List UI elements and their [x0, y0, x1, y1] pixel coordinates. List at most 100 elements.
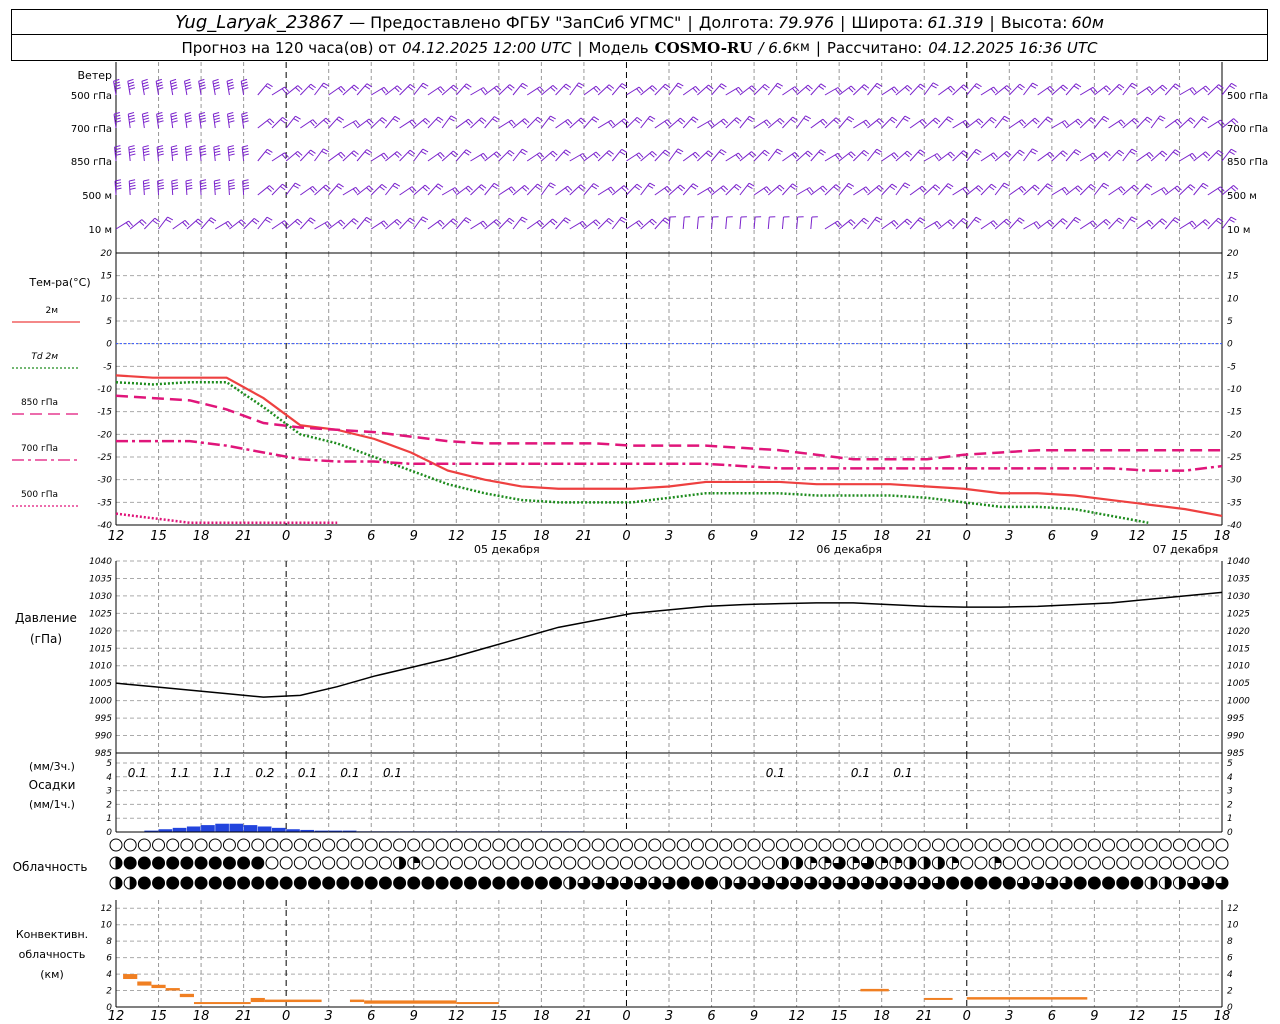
wind-barb-feather [733, 186, 740, 191]
wind-barb-feather [621, 187, 627, 192]
wind-barb-feather [1116, 151, 1123, 157]
precip-3h-label: 0.2 [255, 766, 274, 780]
wind-barb-feather [125, 222, 131, 228]
wind-barb [682, 217, 685, 230]
wind-barb-feather [295, 115, 301, 120]
wind-barb-feather [141, 219, 147, 225]
conv-tick-label-right: 10 [1227, 921, 1239, 931]
wind-barb-feather [595, 85, 601, 91]
x-tick-label: 0 [622, 529, 630, 544]
cloud-cover-symbol-quarter [895, 857, 902, 863]
wind-barb-feather [748, 182, 755, 187]
wind-barb-feather [228, 184, 235, 188]
pressure-tick-label-right: 990 [1227, 732, 1244, 742]
conv-tick-label-right: 2 [1227, 987, 1233, 997]
wind-barb-feather [1030, 150, 1037, 155]
wind-barb [739, 182, 750, 196]
precip-tick-label: 0 [106, 828, 112, 838]
wind-barb-feather [172, 187, 179, 190]
x-tick-label-bottom: 12 [1129, 1009, 1146, 1024]
wind-barb-feather [806, 188, 812, 195]
wind-barb-feather [214, 153, 221, 156]
wind-barb-feather [1090, 117, 1097, 122]
wind-barb-feather [170, 81, 177, 85]
wind-barb-feather [1077, 185, 1083, 191]
cloud-cover-symbol [1016, 838, 1030, 852]
wind-barb [314, 82, 324, 96]
wind-barb-feather [1146, 116, 1153, 121]
cloud-cover-symbol [293, 856, 307, 870]
wind-barb [1150, 187, 1165, 196]
wind-barb-feather [1077, 118, 1083, 124]
wind-level-label: 10 м [89, 225, 112, 236]
wind-barb-feather [692, 87, 698, 93]
wind-barb-feather [891, 88, 897, 94]
wind-barb [555, 185, 568, 196]
wind-barb-feather [567, 119, 573, 125]
cloud-cover-symbol [137, 838, 151, 852]
wind-barb-feather [437, 221, 443, 227]
cloud-cover-symbol [534, 876, 548, 890]
wind-barb-feather [379, 186, 385, 191]
wind-barb-feather [578, 119, 584, 125]
wind-barb-feather [228, 182, 235, 185]
wind-barb-feather [143, 150, 150, 154]
wind-barb-feather [295, 152, 301, 158]
wind-barb-feather [651, 150, 657, 156]
cloud-cover-symbol [875, 838, 889, 852]
wind-barb-feather [508, 188, 514, 194]
wind-barb-feather [762, 151, 768, 157]
wind-barb-feather [128, 114, 135, 118]
wind-barb-feather [450, 86, 457, 92]
wind-barb-feather [834, 222, 840, 228]
pressure-tick-label-right: 1010 [1227, 662, 1250, 672]
wind-barb-feather [638, 86, 644, 92]
wind-barb-feather [723, 185, 729, 191]
wind-barb-feather [171, 117, 178, 121]
wind-barb-feather [435, 118, 442, 124]
wind-barb-feather [128, 81, 135, 85]
wind-barb-feather [199, 84, 206, 88]
cloud-cover-symbol [1130, 876, 1144, 890]
wind-barb [626, 152, 640, 162]
wind-barb-feather [593, 153, 599, 159]
cloud-cover-symbol [1087, 876, 1101, 890]
wind-barb-feather [506, 219, 513, 225]
wind-barb-feather [735, 88, 741, 94]
wind-barb-feather [280, 185, 286, 191]
wind-barb [172, 219, 186, 230]
cloud-cover-symbol [478, 876, 492, 890]
wind-barb-feather [185, 179, 192, 182]
cloud-cover-symbol [1045, 838, 1059, 852]
wind-barb-feather [1203, 116, 1209, 121]
cloud-cover-symbol-quarter [952, 857, 959, 863]
cloud-cover-symbol [662, 856, 676, 870]
wind-barb [1065, 217, 1076, 230]
wind-barb-feather [552, 84, 558, 90]
cloud-cover-symbol [804, 838, 818, 852]
wind-barb-feather [651, 218, 657, 224]
wind-barb [1008, 217, 1020, 230]
wind-barb-feather [1060, 86, 1066, 92]
wind-barb-feather [1173, 85, 1179, 90]
pressure-axis-title: Давление [15, 611, 77, 625]
temp-tick-label-right: -15 [1227, 408, 1242, 418]
cloud-cover-symbol [492, 876, 506, 890]
conv-axis-title-line1: Конвективн. [16, 928, 88, 941]
wind-barb-feather [128, 145, 135, 148]
wind-barb-feather [647, 118, 654, 122]
wind-barb-feather [552, 150, 558, 156]
wind-barb-feather [364, 85, 371, 90]
cloud-cover-symbol [123, 838, 137, 852]
cloud-cover-symbol [1102, 838, 1116, 852]
x-tick-label: 18 [873, 529, 890, 544]
wind-barb [1164, 149, 1176, 162]
wind-barb-feather [267, 83, 273, 88]
x-tick-label-bottom: 12 [788, 1009, 805, 1024]
cloud-cover-symbol [322, 876, 336, 890]
cloud-cover-symbol [364, 856, 378, 870]
cloud-cover-symbol-quarter [413, 857, 420, 863]
wind-barb [257, 149, 268, 162]
x-tick-label-bottom: 0 [963, 1009, 971, 1024]
wind-barb [654, 119, 668, 129]
